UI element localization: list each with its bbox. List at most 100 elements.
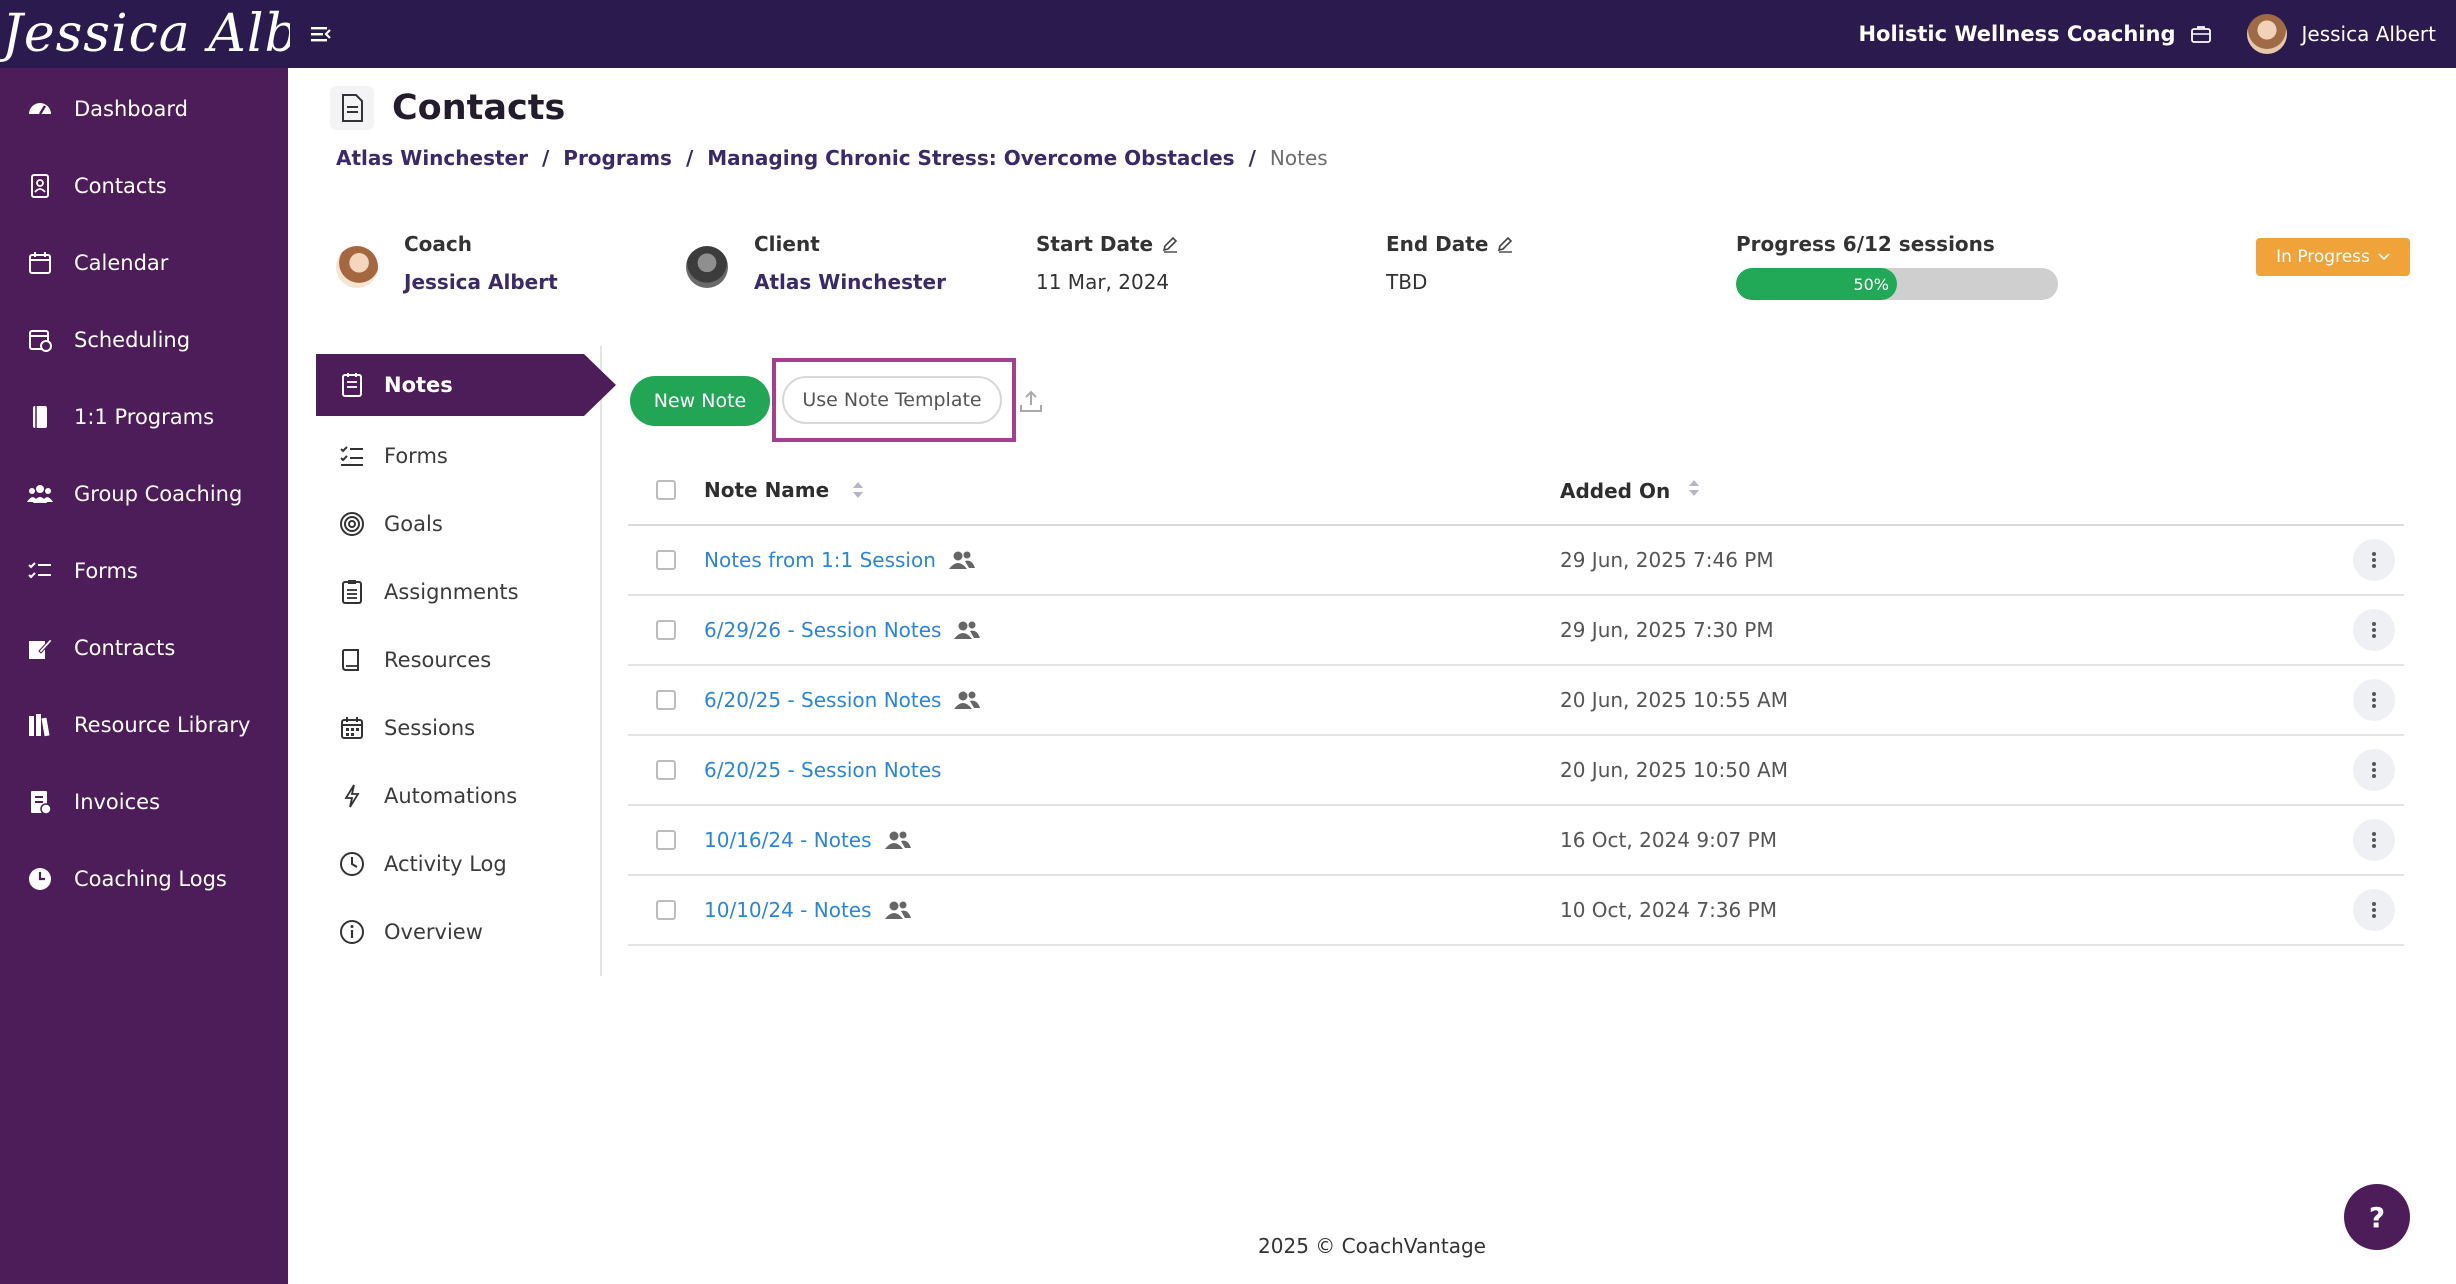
note-link[interactable]: 6/20/25 - Session Notes (704, 688, 941, 712)
clock-icon (26, 865, 54, 893)
sidebar-item-coaching-logs[interactable]: Coaching Logs (0, 840, 288, 917)
sidebar-item-label: Coaching Logs (74, 866, 227, 891)
column-added-on[interactable]: Added On (1560, 478, 2344, 503)
use-note-template-button[interactable]: Use Note Template (782, 376, 1002, 424)
start-date-value: 11 Mar, 2024 (1036, 270, 1170, 294)
organization-name[interactable]: Holistic Wellness Coaching (1858, 22, 2175, 46)
sidebar-item-label: Scheduling (74, 327, 191, 352)
upload-icon[interactable] (1018, 388, 1044, 414)
tab-assignments[interactable]: Assignments (316, 558, 600, 626)
tab-resources[interactable]: Resources (316, 626, 600, 694)
tab-label: Goals (384, 512, 443, 536)
note-link[interactable]: Notes from 1:1 Session (704, 548, 936, 572)
tab-notes[interactable]: Notes (316, 354, 616, 416)
sidebar-item-label: Group Coaching (74, 481, 243, 506)
select-all-checkbox[interactable] (656, 480, 676, 500)
sidebar-item-invoices[interactable]: Invoices (0, 763, 288, 840)
sidebar-item-programs[interactable]: 1:1 Programs (0, 378, 288, 455)
start-date-label-text: Start Date (1036, 232, 1154, 256)
client-name[interactable]: Atlas Winchester (754, 270, 946, 294)
progress-percent: 50% (1853, 274, 1889, 294)
user-avatar[interactable] (2247, 14, 2288, 54)
status-dropdown[interactable]: In Progress (2256, 238, 2410, 276)
sidebar-item-label: 1:1 Programs (74, 404, 215, 429)
row-checkbox[interactable] (656, 550, 676, 570)
added-on-cell: 10 Oct, 2024 7:36 PM (1560, 898, 1777, 922)
row-actions-button[interactable] (2353, 609, 2395, 651)
breadcrumb-client[interactable]: Atlas Winchester (336, 146, 528, 170)
tab-label: Assignments (384, 580, 519, 604)
briefcase-icon[interactable] (2189, 22, 2213, 46)
added-on-cell: 29 Jun, 2025 7:30 PM (1560, 618, 1774, 642)
brand-logo[interactable]: Jessica Albert (0, 0, 290, 68)
breadcrumb-program[interactable]: Managing Chronic Stress: Overcome Obstac… (707, 146, 1234, 170)
row-checkbox[interactable] (656, 620, 676, 640)
tab-goals[interactable]: Goals (316, 490, 600, 558)
client-avatar (686, 246, 728, 288)
note-link[interactable]: 6/20/25 - Session Notes (704, 758, 941, 782)
tab-forms[interactable]: Forms (316, 422, 600, 490)
sidebar-item-forms[interactable]: Forms (0, 532, 288, 609)
sidebar-item-scheduling[interactable]: Scheduling (0, 301, 288, 378)
help-button[interactable]: ? (2344, 1184, 2410, 1250)
calendar-icon (338, 714, 366, 742)
added-on-cell: 29 Jun, 2025 7:46 PM (1560, 548, 1774, 572)
footer-copyright: 2025 © CoachVantage (1258, 1234, 1486, 1258)
checklist-icon (338, 442, 366, 470)
menu-toggle-icon[interactable] (308, 20, 336, 48)
tab-activity-log[interactable]: Activity Log (316, 830, 600, 898)
sidebar-item-label: Forms (74, 558, 138, 583)
note-link[interactable]: 10/10/24 - Notes (704, 898, 872, 922)
coach-name[interactable]: Jessica Albert (404, 270, 558, 294)
sidebar-item-dashboard[interactable]: Dashboard (0, 70, 288, 147)
page-title: Contacts (392, 88, 566, 128)
clipboard-icon (338, 578, 366, 606)
column-note-name[interactable]: Note Name (704, 478, 1560, 502)
row-actions-button[interactable] (2353, 819, 2395, 861)
info-icon (338, 918, 366, 946)
kebab-menu-icon (2372, 552, 2376, 568)
end-date-label: End Date (1386, 232, 1514, 256)
tab-sessions[interactable]: Sessions (316, 694, 600, 762)
kebab-menu-icon (2372, 622, 2376, 638)
sort-icon[interactable] (1687, 478, 1701, 498)
note-link[interactable]: 10/16/24 - Notes (704, 828, 872, 852)
coach-avatar (336, 246, 378, 288)
sidebar-item-calendar[interactable]: Calendar (0, 224, 288, 301)
row-actions-button[interactable] (2353, 749, 2395, 791)
row-checkbox[interactable] (656, 760, 676, 780)
progress-label: Progress 6/12 sessions (1736, 232, 1995, 256)
sidebar-item-label: Calendar (74, 250, 169, 275)
breadcrumb-programs[interactable]: Programs (563, 146, 672, 170)
sidebar-item-contracts[interactable]: Contracts (0, 609, 288, 686)
kebab-menu-icon (2372, 762, 2376, 778)
lightning-icon (338, 782, 366, 810)
scheduling-icon (26, 326, 54, 354)
chevron-down-icon (2378, 253, 2390, 261)
user-name[interactable]: Jessica Albert (2301, 22, 2436, 46)
pencil-icon[interactable] (1496, 235, 1514, 253)
breadcrumb-separator: / (541, 146, 550, 170)
row-checkbox[interactable] (656, 830, 676, 850)
sidebar-item-resource-library[interactable]: Resource Library (0, 686, 288, 763)
note-link[interactable]: 6/29/26 - Session Notes (704, 618, 941, 642)
kebab-menu-icon (2372, 902, 2376, 918)
contract-icon (26, 634, 54, 662)
sidebar-item-group-coaching[interactable]: Group Coaching (0, 455, 288, 532)
tab-automations[interactable]: Automations (316, 762, 600, 830)
book-icon (26, 403, 54, 431)
progress-info: Progress 6/12 sessions 50% (1736, 232, 2058, 300)
row-actions-button[interactable] (2353, 679, 2395, 721)
pencil-icon[interactable] (1161, 235, 1179, 253)
row-checkbox[interactable] (656, 690, 676, 710)
row-actions-button[interactable] (2353, 889, 2395, 931)
sidebar-item-contacts[interactable]: Contacts (0, 147, 288, 224)
new-note-button[interactable]: New Note (630, 376, 770, 426)
sidebar-item-label: Contracts (74, 635, 176, 660)
end-date-label-text: End Date (1386, 232, 1489, 256)
contacts-icon (26, 172, 54, 200)
row-checkbox[interactable] (656, 900, 676, 920)
tab-overview[interactable]: Overview (316, 898, 600, 966)
sort-icon[interactable] (851, 480, 865, 500)
row-actions-button[interactable] (2353, 539, 2395, 581)
